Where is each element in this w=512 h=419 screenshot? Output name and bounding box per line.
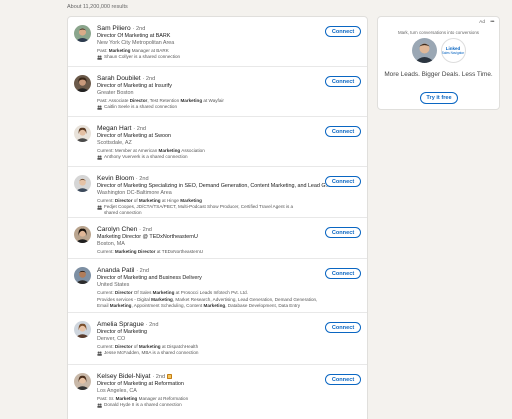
people-icon <box>97 351 102 356</box>
result-headline: Director Of Marketing at BARK <box>97 33 171 39</box>
result-headline: Director of Marketing Specializing in SE… <box>97 183 331 189</box>
result-headline: Director of Marketing and Business Deliv… <box>97 275 202 281</box>
shared-connection[interactable]: Anthony Vuerverk is a shared connection <box>97 154 342 160</box>
result-location: Los Angeles, CA <box>97 388 137 394</box>
result-location: Boston, MA <box>97 241 125 247</box>
people-icon <box>97 205 102 210</box>
result-item: Ananda Patil · 2nd Director of Marketing… <box>68 259 367 313</box>
profile-photo[interactable] <box>74 226 91 243</box>
connect-button[interactable]: Connect <box>325 76 361 87</box>
profile-photo[interactable] <box>74 267 91 284</box>
result-headline: Director of Marketing at Reformation <box>97 381 184 387</box>
profile-photo[interactable] <box>74 321 91 338</box>
result-name[interactable]: Sam Piliero <box>97 25 131 32</box>
more-options-icon[interactable]: ••• <box>490 19 494 25</box>
shared-connection[interactable]: Caitlin Seele is a shared connection <box>97 104 342 110</box>
result-location: Washington DC-Baltimore Area <box>97 190 172 196</box>
user-avatar <box>411 38 437 63</box>
result-name[interactable]: Amelia Sprague <box>97 321 144 328</box>
ad-tagline: More Leads. Bigger Deals. Less Time. <box>384 71 493 78</box>
connect-button[interactable]: Connect <box>325 322 361 333</box>
results-count: About 11,200,000 results <box>67 4 128 10</box>
profile-photo[interactable] <box>74 75 91 92</box>
connection-degree: · 2nd <box>142 76 156 82</box>
result-item: Sam Piliero · 2nd Director Of Marketing … <box>68 17 367 67</box>
ad-text: Mark, turn conversations into conversion… <box>397 30 480 35</box>
result-item: Megan Hart · 2nd Director of Marketing a… <box>68 117 367 167</box>
people-icon <box>97 403 102 408</box>
profile-photo[interactable] <box>74 175 91 192</box>
connection-degree: · 2nd <box>139 227 152 233</box>
shared-connection[interactable]: Donald Hyde II is a shared connection <box>97 402 342 408</box>
try-free-button[interactable]: Try it free <box>420 92 458 104</box>
result-location: United States <box>97 282 130 288</box>
shared-connection[interactable]: Fedjet Coopes, JD/CTA/TSA/PBCT, Multi-Po… <box>97 204 342 215</box>
profile-photo[interactable] <box>74 25 91 42</box>
result-location: New York City Metropolitan Area <box>97 40 175 46</box>
profile-photo[interactable] <box>74 373 91 390</box>
result-item: Sarah Doubilet · 2nd Director of Marketi… <box>68 67 367 117</box>
result-name[interactable]: Kevin Bloom <box>97 175 134 182</box>
premium-badge-icon <box>166 373 172 379</box>
connect-button[interactable]: Connect <box>325 227 361 238</box>
people-icon <box>97 155 102 160</box>
connection-degree: · 2nd <box>133 126 147 132</box>
ad-label: Ad <box>479 20 485 25</box>
result-name[interactable]: Sarah Doubilet <box>97 75 141 82</box>
result-item: Kevin Bloom · 2nd Director of Marketing … <box>68 167 367 218</box>
result-name[interactable]: Carolyn Chen <box>97 226 137 233</box>
sales-navigator-logo: Linked Sales Navigator <box>440 38 466 63</box>
connect-button[interactable]: Connect <box>325 126 361 137</box>
result-item: Kelsey Bidel-Niyat · 2nd Director of Mar… <box>68 365 367 415</box>
result-summary: Current: Director Of Sales Marketing at … <box>97 290 248 295</box>
result-headline: Director of Marketing at Insurify <box>97 83 172 89</box>
result-location: Denver, CO <box>97 336 126 342</box>
connection-degree: · 2nd <box>135 176 149 182</box>
connection-degree: · 2nd <box>152 374 166 380</box>
connect-button[interactable]: Connect <box>325 374 361 385</box>
result-name[interactable]: Ananda Patil <box>97 267 134 274</box>
connect-button[interactable]: Connect <box>325 26 361 37</box>
people-icon <box>97 55 102 60</box>
connection-degree: · 2nd <box>145 322 159 328</box>
connect-button[interactable]: Connect <box>325 268 361 279</box>
result-name[interactable]: Megan Hart <box>97 125 131 132</box>
result-headline: Marketing Director @ TEDxNortheasternU <box>97 234 198 240</box>
ad-images: Linked Sales Navigator <box>378 38 499 63</box>
ad-card: Ad ••• Mark, turn conversations into con… <box>377 16 500 110</box>
result-item: Carolyn Chen · 2nd Marketing Director @ … <box>68 218 367 259</box>
result-skills: Provides services - Digital Marketing, M… <box>97 297 318 308</box>
result-location: Scottsdale, AZ <box>97 140 132 146</box>
connection-degree: · 2nd <box>132 26 146 32</box>
people-icon <box>97 105 102 110</box>
connect-button[interactable]: Connect <box>325 176 361 187</box>
shared-connection[interactable]: Shaun Collyer is a shared connection <box>97 54 342 60</box>
search-results-list: Sam Piliero · 2nd Director Of Marketing … <box>67 16 368 419</box>
shared-connection[interactable]: Jesse McFadden, MBA is a shared connecti… <box>97 350 342 356</box>
connection-degree: · 2nd <box>136 268 149 274</box>
result-item: Amelia Sprague · 2nd Director of Marketi… <box>68 313 367 365</box>
result-location: Greater Boston <box>97 90 134 96</box>
profile-photo[interactable] <box>74 125 91 142</box>
result-summary: Current: Marketing Director at TEDxNorth… <box>97 249 204 254</box>
result-name[interactable]: Kelsey Bidel-Niyat <box>97 373 151 380</box>
result-headline: Director of Marketing <box>97 329 148 335</box>
result-headline: Director of Marketing at Swoon <box>97 133 172 139</box>
